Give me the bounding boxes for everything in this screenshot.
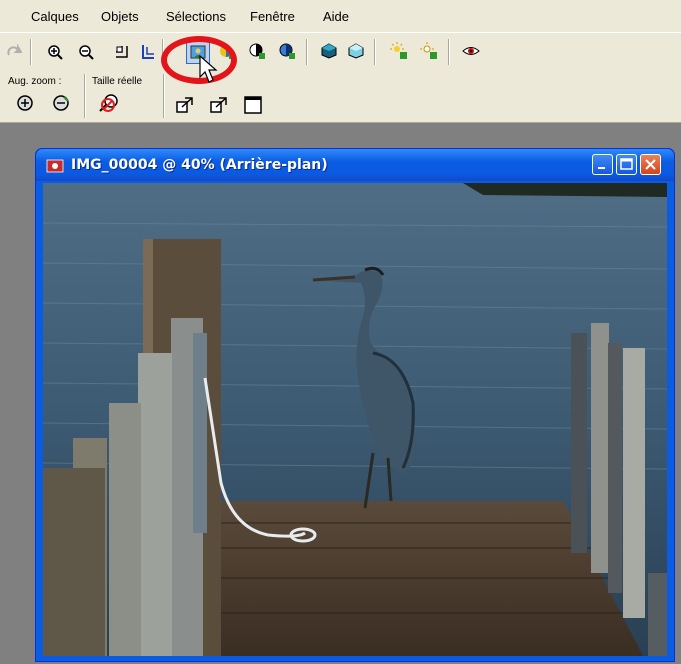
fit-window-icon[interactable] xyxy=(174,94,196,116)
contrast-person-icon[interactable] xyxy=(246,40,268,62)
image-window-titlebar[interactable]: IMG_00004 @ 40% (Arrière-plan) xyxy=(36,149,674,181)
full-screen-icon[interactable] xyxy=(242,94,264,116)
image-window: IMG_00004 @ 40% (Arrière-plan) xyxy=(35,148,675,662)
zoom-out-icon[interactable] xyxy=(75,41,97,63)
zoom-in-step-icon[interactable] xyxy=(14,92,36,114)
menu-selections[interactable]: Sélections xyxy=(166,9,226,24)
close-button[interactable] xyxy=(640,154,661,175)
zoom-in-label: Aug. zoom : xyxy=(8,76,62,87)
main-toolbar xyxy=(0,32,681,71)
maximize-button[interactable] xyxy=(616,154,637,175)
menu-fenetre[interactable]: Fenêtre xyxy=(250,9,295,24)
heron-photo xyxy=(43,183,667,656)
menu-calques[interactable]: Calques xyxy=(31,9,79,24)
zoom-in-icon[interactable] xyxy=(44,41,66,63)
redo-icon[interactable] xyxy=(3,41,25,63)
fit-image-icon[interactable] xyxy=(208,94,230,116)
menu-objets[interactable]: Objets xyxy=(101,9,139,24)
red-eye-icon[interactable] xyxy=(460,40,482,62)
minimize-button[interactable] xyxy=(592,154,613,175)
actual-size-label: Taille réelle xyxy=(92,76,143,87)
cube-dark-icon[interactable] xyxy=(318,40,340,62)
menu-aide[interactable]: Aide xyxy=(323,9,349,24)
actual-size-icon[interactable] xyxy=(98,92,120,114)
secondary-toolbar: Aug. zoom : Taille réelle xyxy=(0,70,681,123)
zoom-out-step-icon[interactable] xyxy=(50,92,72,114)
straighten-icon[interactable] xyxy=(137,41,159,63)
mouse-cursor-icon xyxy=(199,54,219,88)
app-icon xyxy=(46,158,64,177)
crop-icon[interactable] xyxy=(111,41,133,63)
image-window-title: IMG_00004 @ 40% (Arrière-plan) xyxy=(71,157,328,173)
cube-light-icon[interactable] xyxy=(345,40,367,62)
brightness-person-icon[interactable] xyxy=(388,40,410,62)
menu-bar: Calques Objets Sélections Fenêtre Aide xyxy=(0,0,681,30)
brightness-alt-icon[interactable] xyxy=(418,40,440,62)
photo-canvas[interactable] xyxy=(43,183,667,656)
saturation-person-icon[interactable] xyxy=(276,40,298,62)
